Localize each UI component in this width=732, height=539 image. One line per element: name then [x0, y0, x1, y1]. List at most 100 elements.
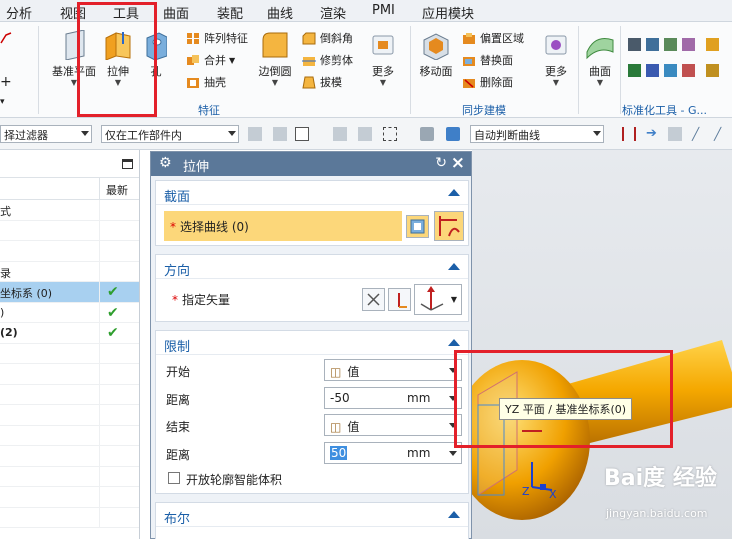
more-sync-button[interactable]: 更多 ▼	[540, 32, 572, 87]
csys-origin[interactable]	[540, 484, 546, 490]
navigator-row[interactable]	[0, 241, 139, 262]
type-filter-dropdown[interactable]: 择过滤器	[0, 125, 92, 143]
end-distance-input[interactable]: 50 mm	[324, 442, 462, 464]
line-icon-2[interactable]: ╱	[714, 127, 728, 141]
value-icon: ◫	[330, 365, 342, 379]
datum-plane-button[interactable]: 基准平面 ▼	[46, 30, 102, 87]
menu-curve[interactable]: 曲线	[267, 3, 293, 22]
delete-face-button[interactable]: 删除面	[462, 74, 513, 90]
navigator-row[interactable]	[0, 364, 139, 385]
hole-icon	[146, 32, 167, 60]
close-icon[interactable]: ×	[451, 153, 465, 173]
chevron-down-icon: ▼	[70, 78, 78, 87]
navigator-row[interactable]	[0, 220, 139, 241]
navigator-row[interactable]	[0, 466, 139, 487]
body-filter-icon[interactable]	[446, 127, 460, 141]
reverse-direction-icon[interactable]	[362, 288, 385, 311]
snap-arrow-icon[interactable]	[273, 127, 287, 141]
collapse-icon[interactable]	[448, 339, 460, 346]
open-profile-label: 开放轮廓智能体积	[186, 473, 283, 487]
move-face-button[interactable]: 移动面	[416, 30, 456, 79]
view-icon[interactable]	[420, 127, 434, 141]
navigator-row[interactable]	[0, 425, 139, 446]
cut-dropdown-icon[interactable]: ▾	[0, 97, 5, 107]
pick-icon[interactable]	[333, 127, 347, 141]
draft-button[interactable]: 拔模	[302, 74, 342, 90]
start-distance-input[interactable]: -50 mm	[324, 387, 462, 409]
chamfer-icon	[302, 32, 316, 44]
chamfer-button[interactable]: 倒斜角	[302, 30, 353, 46]
more-feature-button[interactable]: 更多 ▼	[366, 32, 400, 87]
open-profile-checkbox[interactable]	[168, 472, 180, 484]
pattern-feature-icon	[187, 32, 199, 44]
extrude-button[interactable]: 拉伸 ▼	[101, 30, 135, 87]
surface-button[interactable]: 曲面 ▼	[584, 30, 616, 87]
standard-tools-icons[interactable]	[628, 38, 724, 84]
navigator-row[interactable]	[0, 405, 139, 426]
cut-plus-icon[interactable]: +	[0, 74, 12, 90]
snap-point-icon[interactable]	[248, 127, 262, 141]
vector-dialog-icon[interactable]	[388, 288, 411, 311]
chevron-down-icon: ▼	[114, 78, 122, 87]
chevron-down-icon: ▼	[552, 78, 560, 87]
navigator-row[interactable]: 录	[0, 261, 139, 282]
navigator-row[interactable]	[0, 384, 139, 405]
start-type-dropdown[interactable]: ◫ 值	[324, 359, 462, 381]
collapse-icon[interactable]	[448, 189, 460, 196]
curve-rule-dropdown[interactable]: 自动判断曲线	[470, 125, 604, 143]
menu-assembly[interactable]: 装配	[217, 3, 243, 22]
selection-scope-dropdown[interactable]: 仅在工作部件内	[101, 125, 239, 143]
column-latest[interactable]: 最新	[99, 178, 140, 200]
navigator-row[interactable]: 坐标系 (0) ✔	[0, 282, 139, 303]
select-curve-row[interactable]: * 选择曲线 (0)	[164, 211, 402, 241]
extrude-icon	[105, 32, 131, 60]
navigator-row[interactable]	[0, 446, 139, 467]
menu-tools[interactable]: 工具	[113, 3, 139, 22]
navigator-row[interactable]: (2) ✔	[0, 323, 139, 344]
navigator-row[interactable]	[0, 343, 139, 364]
menu-render[interactable]: 渲染	[320, 3, 346, 22]
menu-view[interactable]: 视图	[60, 3, 86, 22]
navigator-row[interactable]	[0, 507, 139, 528]
chevron-down-icon: ▼	[379, 78, 387, 87]
maximize-icon[interactable]	[122, 159, 133, 169]
reset-icon[interactable]: ↻	[435, 155, 447, 171]
menu-app-modules[interactable]: 应用模块	[422, 3, 474, 22]
collapse-icon[interactable]	[448, 511, 460, 518]
chevron-down-icon	[449, 451, 457, 456]
cut-curve-icon[interactable]	[0, 32, 12, 44]
curve-icon[interactable]	[434, 211, 464, 241]
select-mode-icon[interactable]	[358, 127, 372, 141]
offset-region-button[interactable]: 偏置区域	[462, 30, 524, 46]
menu-surface[interactable]: 曲面	[163, 3, 189, 22]
stop-at-intersection-icon[interactable]	[622, 127, 636, 141]
menu-pmi[interactable]: PMI	[372, 3, 395, 18]
navigator-row[interactable]: 式	[0, 200, 139, 221]
trim-body-button[interactable]: 修剪体	[302, 52, 353, 68]
unite-button[interactable]: 合并 ▼	[186, 52, 235, 68]
edge-blend-button[interactable]: 边倒圆 ▼	[256, 30, 294, 87]
vector-type-dropdown[interactable]: ▼	[414, 284, 462, 315]
shell-button[interactable]: 抽壳	[186, 74, 226, 90]
ribbon-separator	[410, 26, 411, 114]
sketch-section-icon[interactable]	[406, 215, 429, 238]
replace-face-button[interactable]: 替换面	[462, 52, 513, 68]
follow-fillet-icon[interactable]: ➔	[646, 127, 660, 141]
collapse-icon[interactable]	[448, 263, 460, 270]
chevron-down-icon: ▼	[271, 78, 279, 87]
point-snap-icon[interactable]	[295, 127, 309, 141]
chain-icon[interactable]	[668, 127, 682, 141]
end-type-dropdown[interactable]: ◫ 值	[324, 414, 462, 436]
start-label: 开始	[166, 365, 191, 379]
gear-icon[interactable]: ⚙	[159, 155, 172, 171]
hole-button[interactable]: 孔	[144, 30, 168, 79]
navigator-rows: 式录坐标系 (0) ✔) ✔ (2) ✔	[0, 200, 139, 528]
navigator-header: 最新	[0, 178, 139, 200]
rectangle-select-icon[interactable]	[383, 127, 397, 141]
navigator-row[interactable]	[0, 487, 139, 508]
navigator-row[interactable]: ) ✔	[0, 302, 139, 323]
line-icon[interactable]: ╱	[692, 127, 706, 141]
menu-analysis[interactable]: 分析	[6, 3, 32, 22]
pattern-feature-button[interactable]: 阵列特征	[186, 30, 248, 46]
chevron-down-icon: ▼	[596, 78, 604, 87]
